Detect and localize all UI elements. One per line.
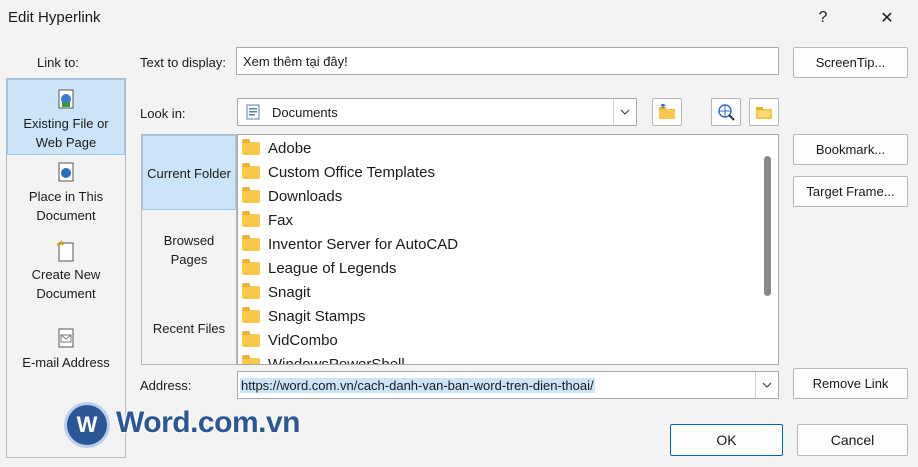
folder-name: WindowsPowerShell <box>268 355 405 365</box>
browsed-pages-line1: Browsed <box>163 233 215 248</box>
folder-name: VidCombo <box>268 331 338 349</box>
folder-row[interactable]: VidCombo <box>238 328 778 352</box>
help-button[interactable]: ? <box>800 0 846 36</box>
folder-icon <box>242 354 260 364</box>
address-chevron-down-icon[interactable] <box>755 372 778 398</box>
folder-icon <box>242 234 260 251</box>
folder-name: Custom Office Templates <box>268 163 436 181</box>
folder-name: Downloads <box>268 187 343 205</box>
link-to-place-in-document[interactable]: Place in This Document <box>7 161 125 233</box>
folder-row[interactable]: Snagit Stamps <box>238 304 778 328</box>
folder-name: Snagit <box>268 283 311 301</box>
link-to-create-new[interactable]: Create New Document <box>7 239 125 311</box>
cancel-button[interactable]: Cancel <box>797 424 908 456</box>
text-to-display-input[interactable]: Xem thêm tại đây! <box>236 47 779 75</box>
folder-icon <box>242 282 260 299</box>
close-button[interactable]: ✕ <box>864 0 910 36</box>
folder-name: Snagit Stamps <box>268 307 366 325</box>
recent-files-tab[interactable]: Recent Files <box>142 319 236 343</box>
watermark-logo-icon: W <box>64 402 110 448</box>
create-new-line1: Create New <box>31 267 101 282</box>
folder-icon <box>242 258 260 275</box>
folder-row[interactable]: WindowsPowerShell <box>238 352 778 365</box>
window-title: Edit Hyperlink <box>8 9 101 26</box>
browse-file-icon <box>756 107 772 119</box>
place-in-document-icon <box>58 162 74 182</box>
documents-icon <box>246 104 260 120</box>
email-icon <box>58 328 74 348</box>
existing-file-line2: Web Page <box>35 135 97 150</box>
text-to-display-value: Xem thêm tại đây! <box>243 53 348 69</box>
browsed-pages-line2: Pages <box>170 252 208 267</box>
place-in-document-line1: Place in This <box>28 189 104 204</box>
folder-row[interactable]: Inventor Server for AutoCAD <box>238 232 778 256</box>
browsed-pages-tab[interactable]: Browsed Pages <box>142 231 236 275</box>
look-in-chevron-down-icon[interactable] <box>613 99 636 125</box>
ok-button[interactable]: OK <box>670 424 783 456</box>
view-nav: Current Folder Browsed Pages Recent File… <box>141 134 237 365</box>
folder-name: Inventor Server for AutoCAD <box>268 235 459 253</box>
screentip-button[interactable]: ScreenTip... <box>793 47 908 78</box>
look-in-value: Documents <box>272 104 338 120</box>
link-to-existing-file[interactable]: Existing File or Web Page <box>7 79 125 155</box>
folder-list-scroll-thumb[interactable] <box>764 156 771 296</box>
folder-icon <box>242 306 260 323</box>
target-frame-button[interactable]: Target Frame... <box>793 176 908 207</box>
create-new-icon <box>56 240 74 262</box>
folder-row[interactable]: Adobe <box>238 136 778 160</box>
help-icon: ? <box>818 9 828 26</box>
folder-row[interactable]: Fax <box>238 208 778 232</box>
remove-link-button[interactable]: Remove Link <box>793 368 908 399</box>
folder-icon <box>242 138 260 155</box>
folder-row[interactable]: League of Legends <box>238 256 778 280</box>
folder-row[interactable]: Downloads <box>238 184 778 208</box>
folder-icon <box>242 162 260 179</box>
folder-row[interactable]: Snagit <box>238 280 778 304</box>
browse-web-button[interactable] <box>711 98 741 126</box>
address-input[interactable]: https://word.com.vn/cach-danh-van-ban-wo… <box>237 371 779 399</box>
existing-file-line1: Existing File or <box>23 116 109 131</box>
folder-icon <box>242 210 260 227</box>
browse-file-button[interactable] <box>749 98 779 126</box>
watermark-text: Word.com.vn <box>116 406 300 439</box>
folder-name: Adobe <box>268 139 312 157</box>
up-folder-icon <box>659 104 675 119</box>
existing-file-icon <box>58 89 74 109</box>
folder-name: League of Legends <box>268 259 397 277</box>
close-icon: ✕ <box>880 10 894 27</box>
link-to-label: Link to: <box>37 55 79 70</box>
place-in-document-line2: Document <box>36 208 96 223</box>
address-label: Address: <box>140 378 192 393</box>
text-to-display-label: Text to display: <box>140 55 226 70</box>
browse-web-icon <box>718 104 735 121</box>
create-new-line2: Document <box>36 286 96 301</box>
folder-row[interactable]: Custom Office Templates <box>238 160 778 184</box>
address-value: https://word.com.vn/cach-danh-van-ban-wo… <box>240 377 595 393</box>
up-folder-button[interactable] <box>652 98 682 126</box>
email-label: E-mail Address <box>22 355 110 370</box>
look-in-label: Look in: <box>140 106 186 121</box>
bookmark-button[interactable]: Bookmark... <box>793 134 908 165</box>
folder-list[interactable]: Adobe Custom Office Templates Downloads … <box>237 134 779 365</box>
title-bar <box>0 0 918 36</box>
link-to-email[interactable]: E-mail Address <box>7 327 125 377</box>
folder-icon <box>242 330 260 347</box>
link-to-panel: Existing File or Web Page Place in This … <box>6 78 126 458</box>
folder-icon <box>242 186 260 203</box>
current-folder-tab[interactable]: Current Folder <box>142 135 236 210</box>
look-in-dropdown[interactable]: Documents <box>237 98 637 126</box>
folder-name: Fax <box>268 211 294 229</box>
